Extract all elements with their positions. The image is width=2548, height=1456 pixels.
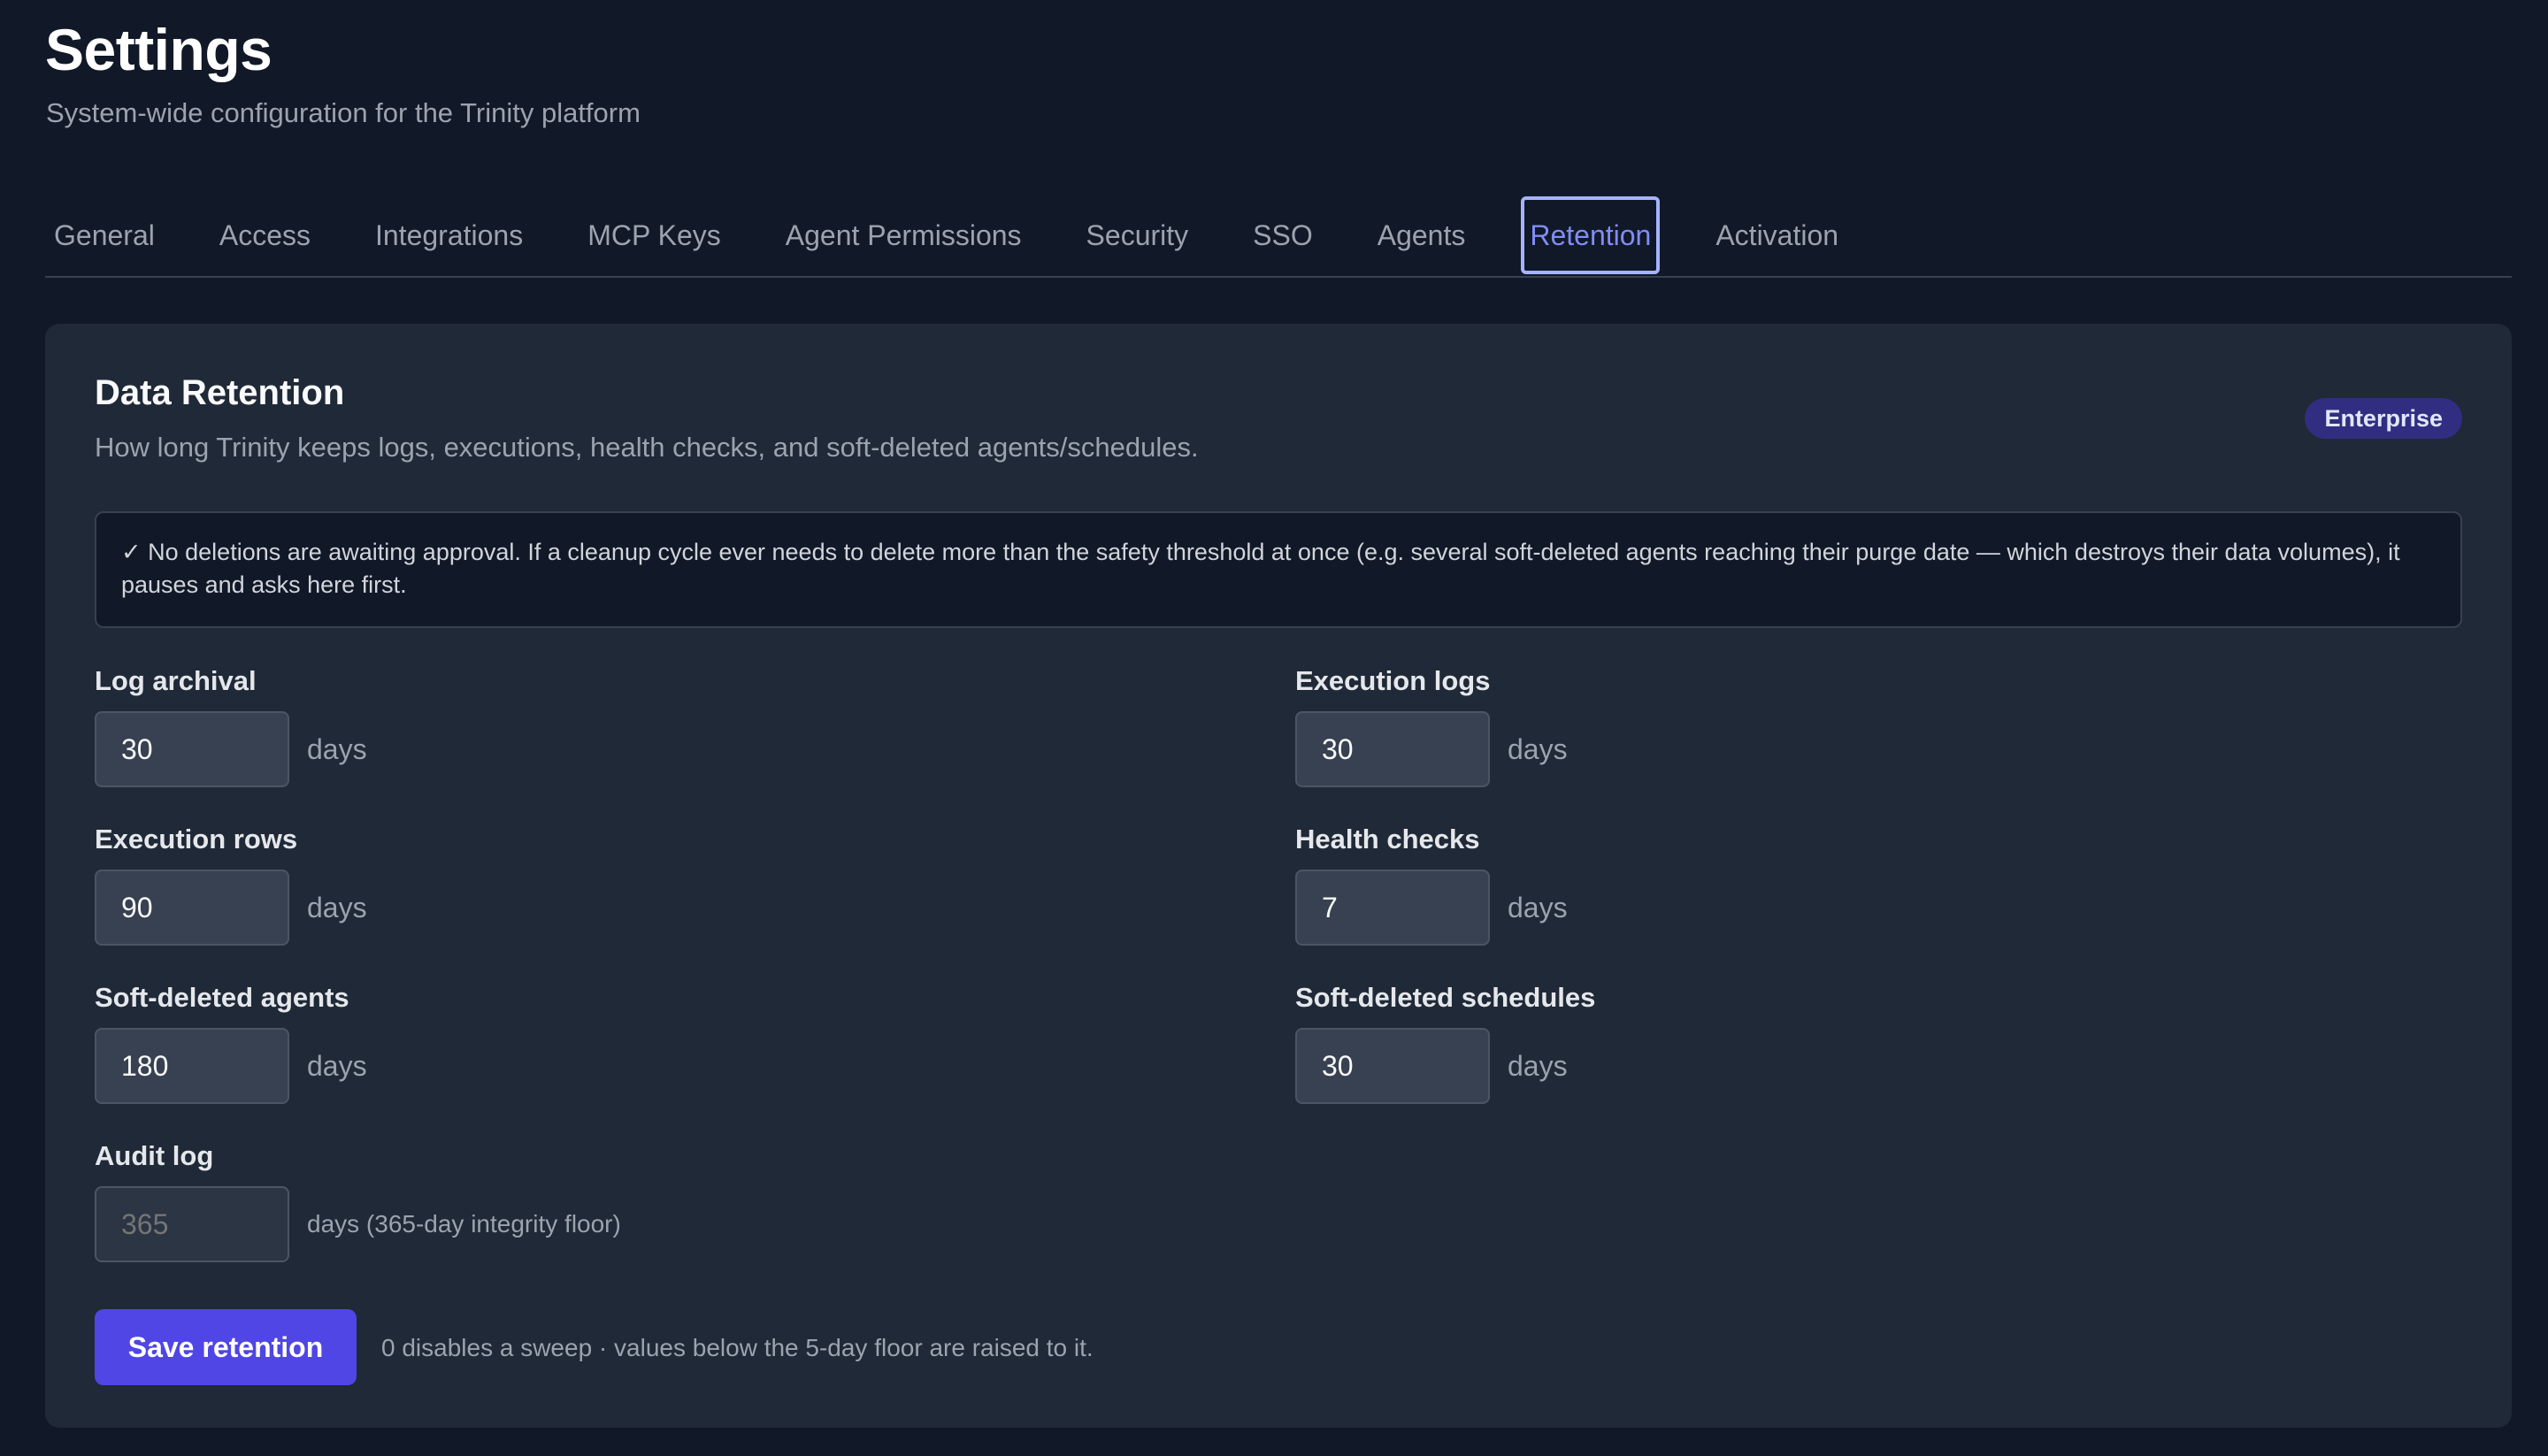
log-archival-unit: days <box>307 732 367 765</box>
soft-deleted-schedules-field: Soft-deleted schedules days <box>1295 980 1595 1104</box>
tab-general[interactable]: General <box>45 196 164 274</box>
tab-sso[interactable]: SSO <box>1244 196 1322 274</box>
tab-retention[interactable]: Retention <box>1521 196 1661 274</box>
audit-log-label: Audit log <box>95 1140 214 1171</box>
tab-mcp-keys[interactable]: MCP Keys <box>579 196 730 274</box>
save-hint: 0 disables a sweep · values below the 5-… <box>381 1334 1094 1361</box>
soft-deleted-agents-input[interactable] <box>95 1028 289 1104</box>
audit-log-field: Audit log days (365-day integrity floor) <box>95 1138 621 1262</box>
audit-log-input <box>95 1186 289 1262</box>
tab-integrations[interactable]: Integrations <box>366 196 532 274</box>
card-description: How long Trinity keeps logs, executions,… <box>95 432 1199 463</box>
pending-deletions-notice: ✓ No deletions are awaiting approval. If… <box>95 511 2462 628</box>
health-checks-unit: days <box>1508 891 1568 923</box>
execution-rows-field: Execution rows days <box>95 822 367 946</box>
execution-logs-field: Execution logs days <box>1295 663 1568 787</box>
save-retention-button[interactable]: Save retention <box>95 1309 357 1385</box>
tab-activation[interactable]: Activation <box>1707 196 1847 274</box>
data-retention-card: Data Retention How long Trinity keeps lo… <box>45 324 2512 1428</box>
tab-agents[interactable]: Agents <box>1369 196 1475 274</box>
health-checks-label: Health checks <box>1295 824 1480 854</box>
soft-deleted-schedules-label: Soft-deleted schedules <box>1295 982 1596 1013</box>
soft-deleted-schedules-input[interactable] <box>1295 1028 1490 1104</box>
page-title: Settings <box>45 17 272 82</box>
settings-page: Settings System-wide configuration for t… <box>0 0 2548 1456</box>
card-title: Data Retention <box>95 373 345 412</box>
health-checks-field: Health checks days <box>1295 822 1568 946</box>
log-archival-input[interactable] <box>95 711 289 787</box>
tab-access[interactable]: Access <box>211 196 319 274</box>
log-archival-label: Log archival <box>95 665 257 696</box>
tab-security[interactable]: Security <box>1078 196 1198 274</box>
execution-rows-input[interactable] <box>95 870 289 946</box>
health-checks-input[interactable] <box>1295 870 1490 946</box>
execution-logs-label: Execution logs <box>1295 665 1491 696</box>
execution-rows-unit: days <box>307 891 367 923</box>
soft-deleted-agents-label: Soft-deleted agents <box>95 982 349 1013</box>
enterprise-badge: Enterprise <box>2305 398 2462 439</box>
settings-tabs: General Access Integrations MCP Keys Age… <box>45 195 2512 278</box>
execution-logs-unit: days <box>1508 732 1568 765</box>
soft-deleted-schedules-unit: days <box>1508 1049 1568 1082</box>
page-subtitle: System-wide configuration for the Trinit… <box>46 97 641 128</box>
tab-agent-permissions[interactable]: Agent Permissions <box>777 196 1031 274</box>
log-archival-field: Log archival days <box>95 663 367 787</box>
execution-rows-label: Execution rows <box>95 824 298 854</box>
execution-logs-input[interactable] <box>1295 711 1490 787</box>
soft-deleted-agents-field: Soft-deleted agents days <box>95 980 367 1104</box>
soft-deleted-agents-unit: days <box>307 1049 367 1082</box>
audit-log-unit: days (365-day integrity floor) <box>307 1210 621 1238</box>
